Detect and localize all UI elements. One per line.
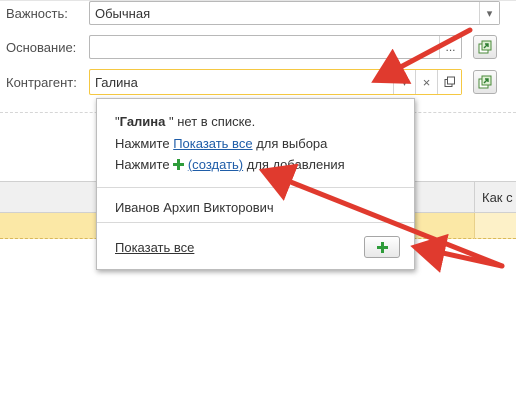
arrow-to-create-link: [258, 163, 505, 269]
arrow-to-counterparty: [371, 27, 473, 84]
annotation-arrows: [258, 27, 505, 273]
